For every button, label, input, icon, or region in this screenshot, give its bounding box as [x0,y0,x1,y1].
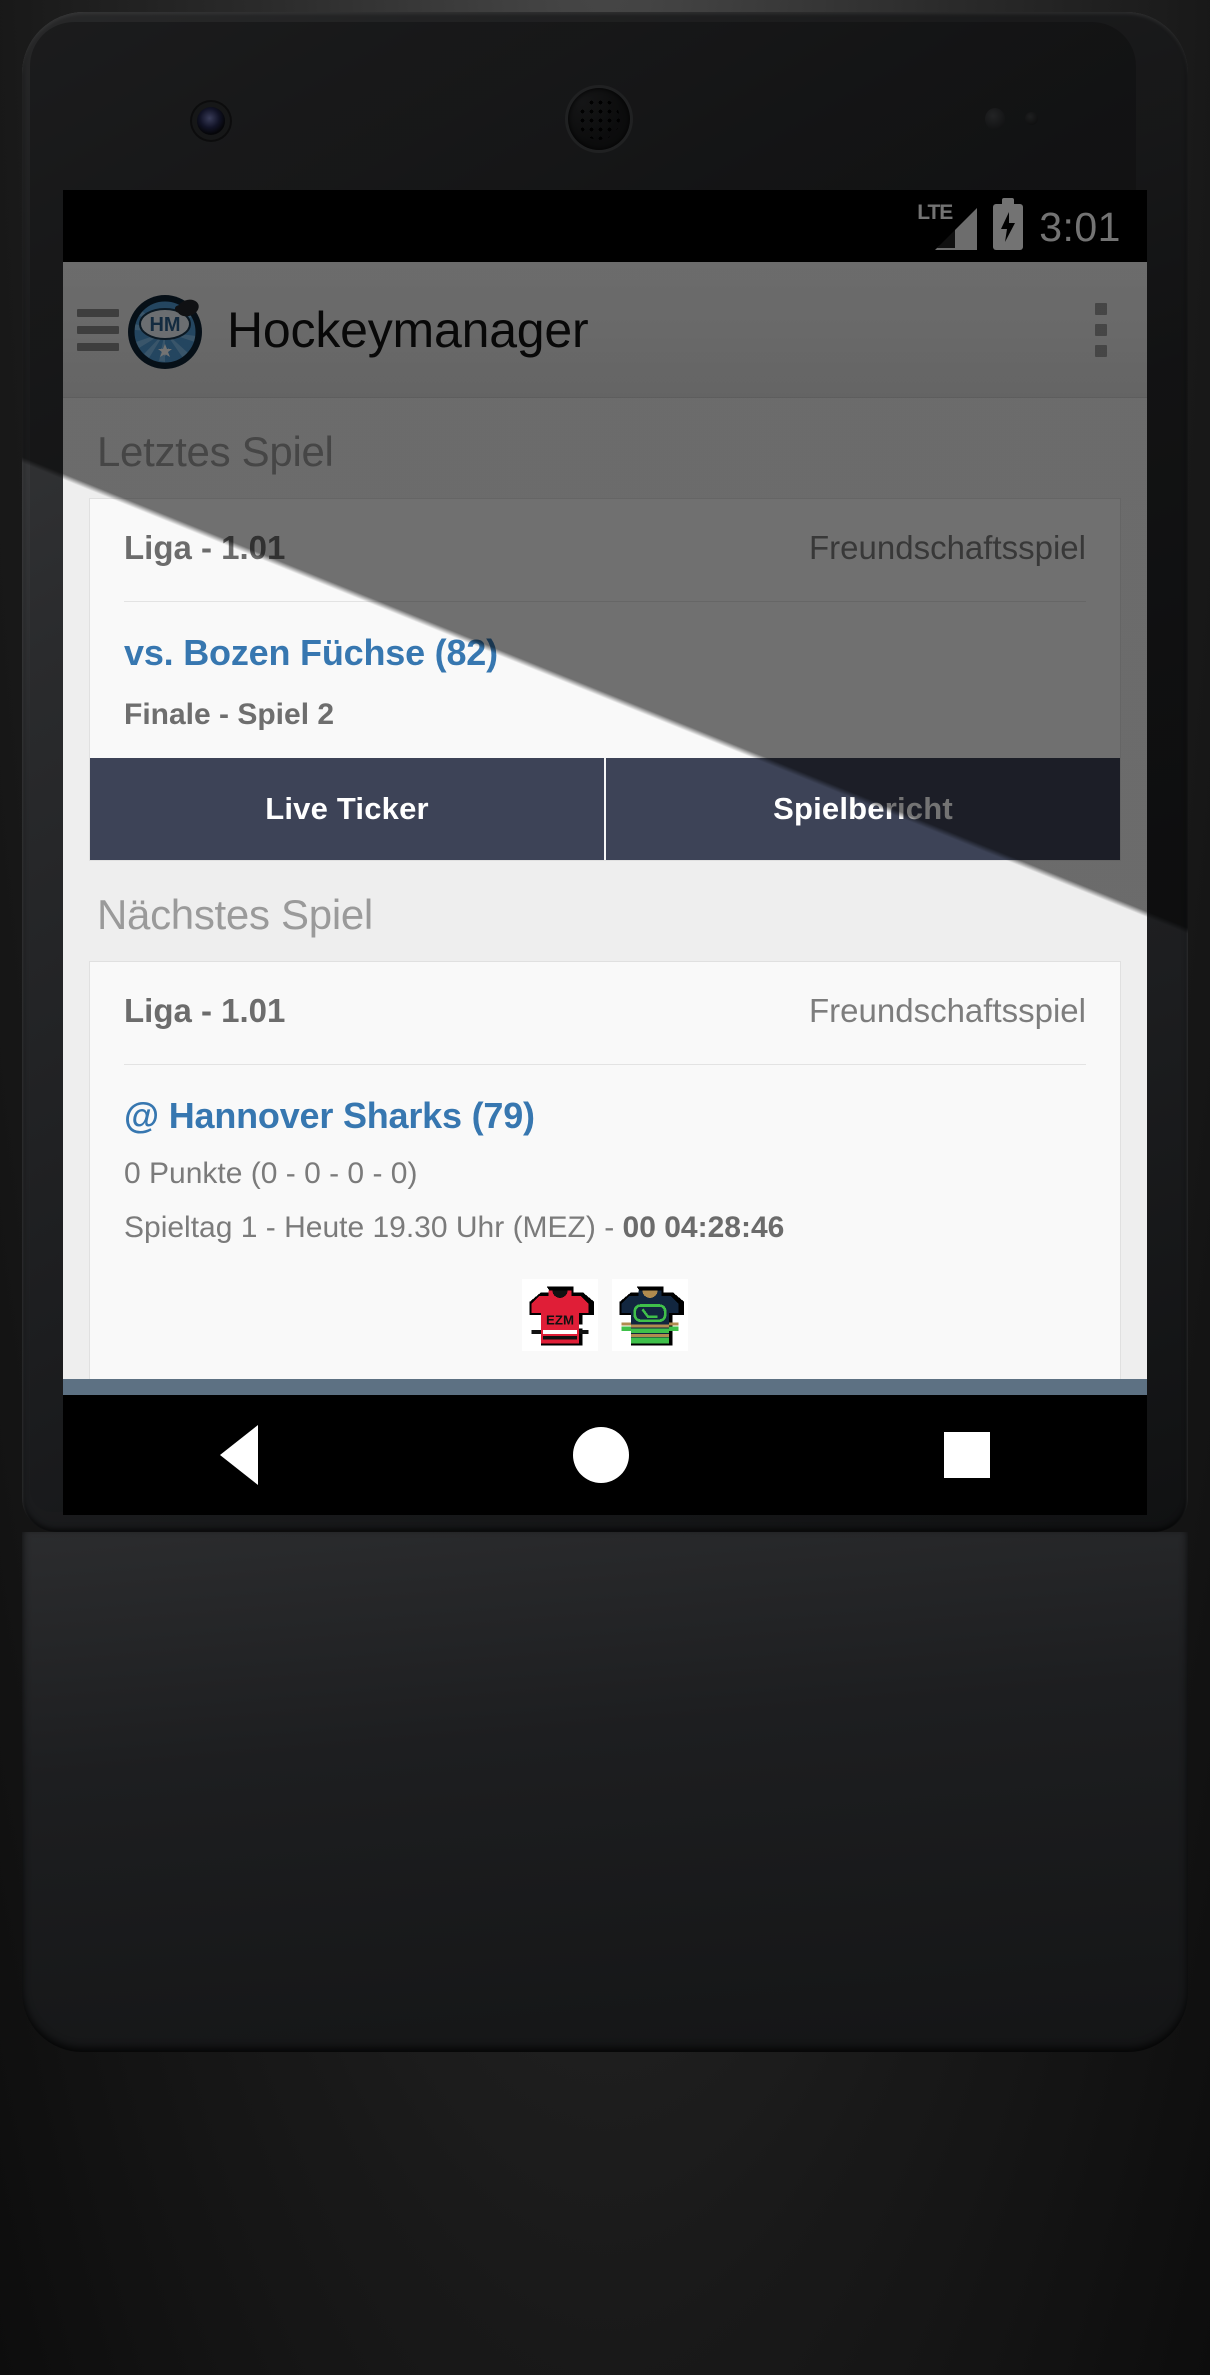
last-game-card: Liga - 1.01 Freundschaftsspiel vs. Bozen… [89,498,1121,758]
divider [124,1064,1086,1065]
overflow-menu-icon[interactable] [1095,302,1107,357]
signal-bars-icon: LTE [917,202,978,250]
next-game-type: Freundschaftsspiel [809,992,1086,1029]
home-jersey-text: EZM [546,1312,574,1327]
divider [124,601,1086,602]
light-sensor-icon [1025,112,1038,125]
next-game-opponent-link[interactable]: @ Hannover Sharks (79) [124,1095,1086,1137]
app-logo: HM [125,288,209,372]
last-game-opponent-link[interactable]: vs. Bozen Füchse (82) [124,632,1086,674]
next-game-card: Liga - 1.01 Freundschaftsspiel @ Hannove… [89,961,1121,1383]
battery-charging-icon [993,198,1024,250]
main-content: Letztes Spiel Liga - 1.01 Freundschaftss… [63,398,1147,1395]
next-game-schedule: Spieltag 1 - Heute 19.30 Uhr (MEZ) - 00 … [124,1211,1086,1245]
app-bar: HM Hockeymanager [63,262,1147,398]
section-title-last-game: Letztes Spiel [97,428,334,475]
next-game-points: 0 Punkte (0 - 0 - 0 - 0) [124,1157,418,1190]
speaker-grill-icon [578,98,620,140]
navy-green-jersey-icon [612,1279,688,1351]
next-game-league: Liga - 1.01 [124,992,286,1029]
signal-triangle-icon [935,208,978,250]
live-ticker-button[interactable]: Live Ticker [90,758,604,860]
next-game-countdown: 00 04:28:46 [622,1211,785,1244]
page-title: Hockeymanager [227,301,589,358]
phone-bottom-chin [22,1532,1188,2052]
scroll-edge-strip [63,1379,1147,1395]
jersey-row: EZM [124,1279,1086,1357]
last-game-detail: Finale - Spiel 2 [124,698,335,731]
spielbericht-button[interactable]: Spielbericht [604,758,1120,860]
back-triangle-icon[interactable] [220,1425,259,1485]
android-nav-bar [63,1395,1147,1515]
recents-square-icon[interactable] [943,1432,990,1478]
phone-device: LTE 3:01 HM Hockeymanager Letztes Spiel … [0,0,1210,2375]
front-camera-icon [197,107,225,135]
last-game-actions: Live Ticker Spielbericht [89,758,1121,861]
last-game-type: Freundschaftsspiel [809,529,1086,566]
app-logo-text: HM [149,314,180,336]
status-bar: LTE 3:01 [63,190,1147,262]
next-game-schedule-prefix: Spieltag 1 - Heute 19.30 Uhr (MEZ) - [124,1211,623,1244]
proximity-sensor-icon [985,108,1005,130]
hamburger-menu-icon[interactable] [73,308,121,351]
last-game-league: Liga - 1.01 [124,529,286,566]
home-circle-icon[interactable] [572,1427,629,1483]
status-bar-clock: 3:01 [1039,204,1121,250]
phone-screen: LTE 3:01 HM Hockeymanager Letztes Spiel … [63,190,1147,1395]
red-jersey-icon: EZM [522,1279,598,1351]
section-title-next-game: Nächstes Spiel [97,891,373,938]
